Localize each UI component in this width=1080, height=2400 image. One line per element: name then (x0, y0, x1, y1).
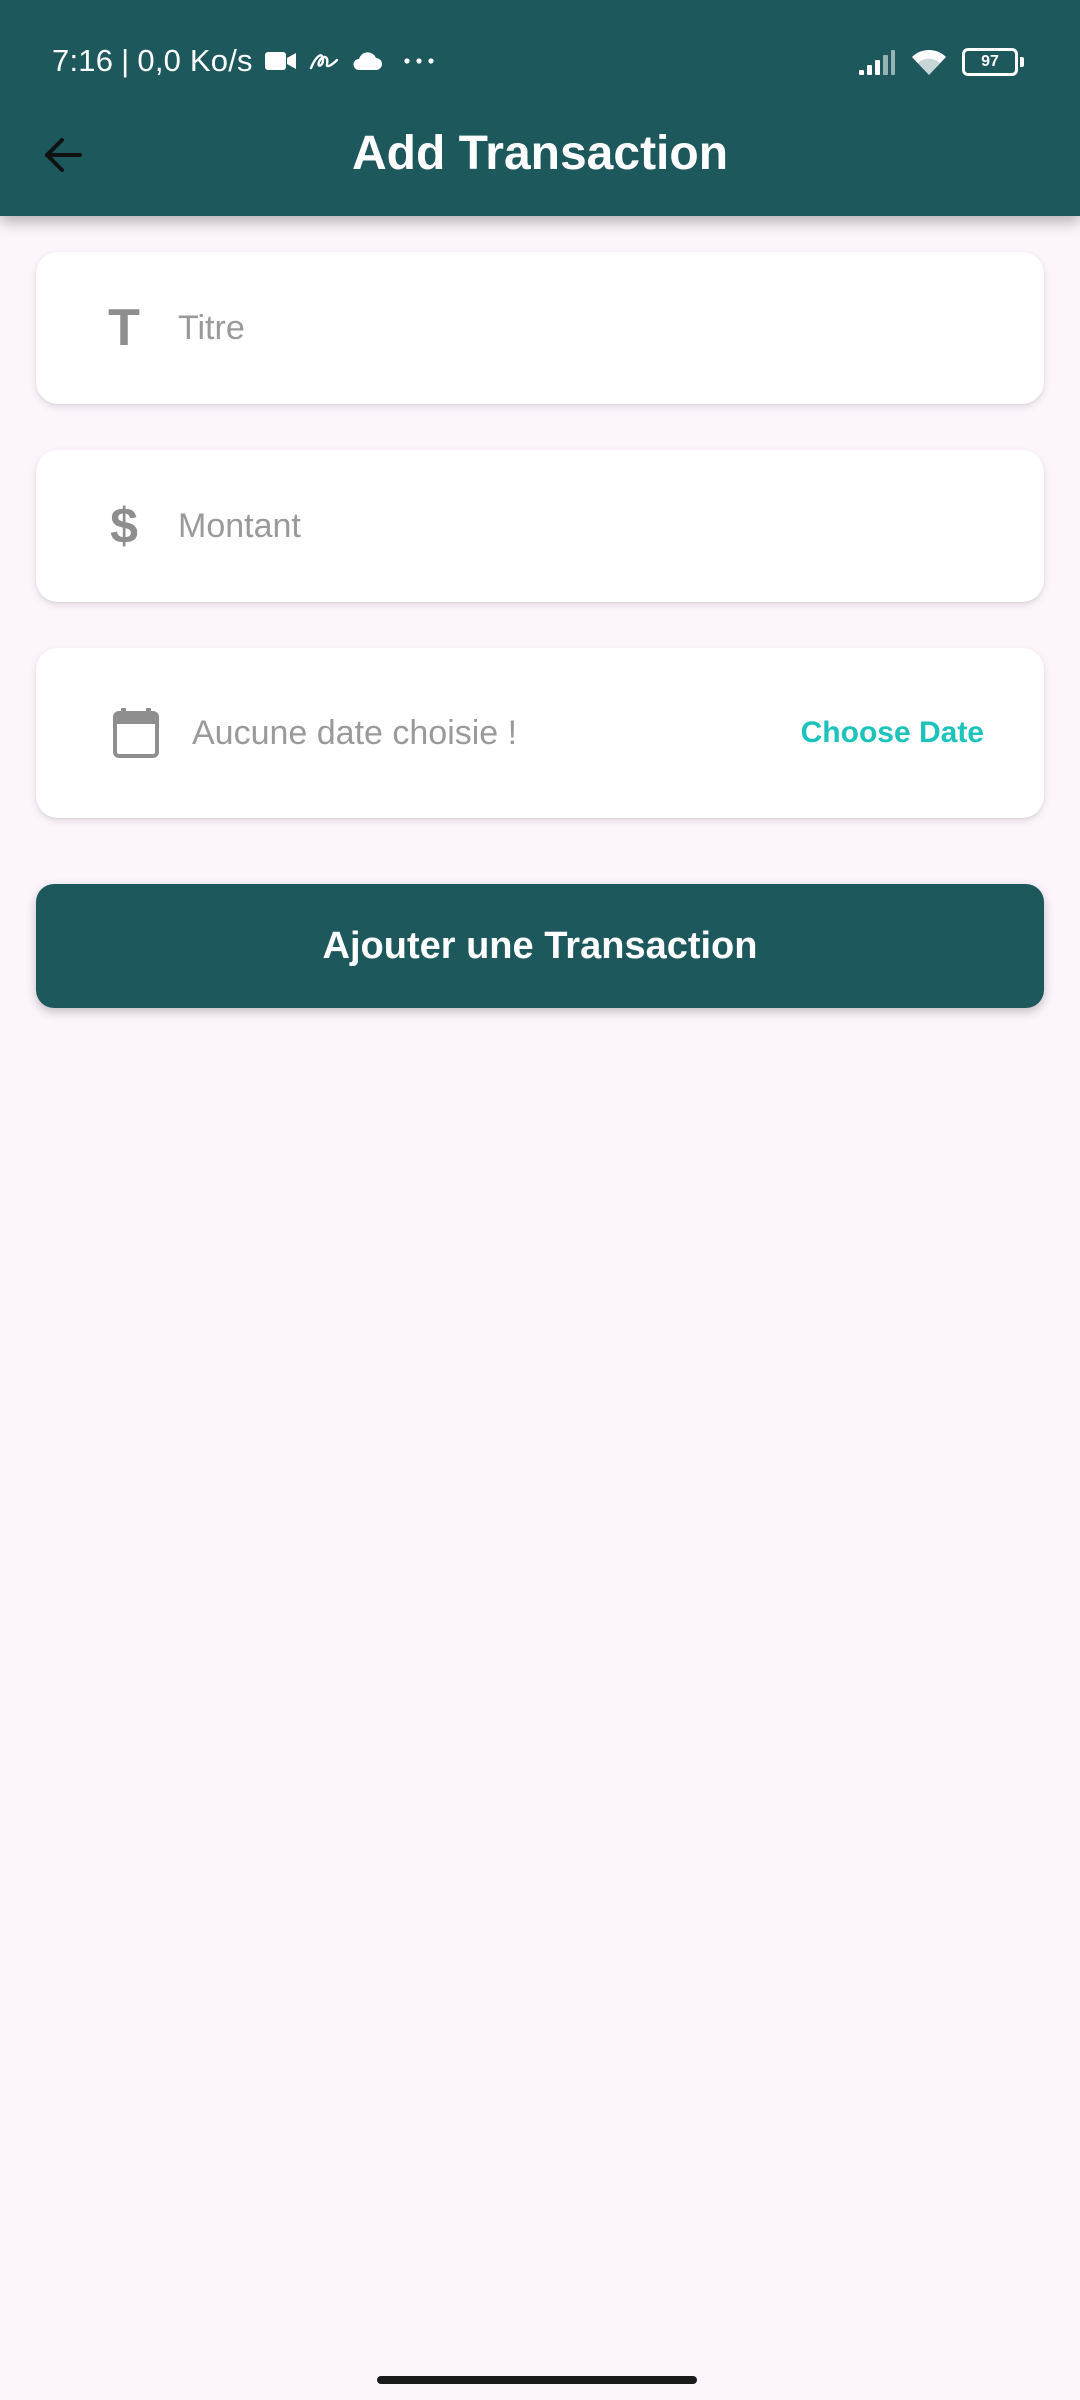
video-camera-icon (264, 50, 297, 72)
app-bar: 7:16 | 0,0 Ko/s 97 Add Transaction (0, 0, 1080, 216)
text-t-glyph: T (108, 299, 140, 357)
date-field-card: Aucune date choisie ! Choose Date (36, 648, 1044, 818)
page-title: Add Transaction (351, 127, 729, 180)
wifi-icon (910, 47, 948, 77)
cloud-icon (351, 50, 383, 72)
title-field-card[interactable]: T (36, 252, 1044, 404)
status-separator: | (121, 43, 130, 78)
add-transaction-button[interactable]: Ajouter une Transaction (36, 884, 1044, 1008)
dollar-icon: $ (94, 501, 154, 551)
signature-icon (309, 50, 339, 72)
title-input[interactable] (178, 298, 1004, 358)
status-bar: 7:16 | 0,0 Ko/s 97 (0, 0, 1080, 122)
date-placeholder-text: Aucune date choisie ! (192, 713, 518, 752)
amount-field-card[interactable]: $ (36, 450, 1044, 602)
text-t-icon: T (94, 302, 154, 354)
status-left: 7:16 | 0,0 Ko/s (52, 40, 435, 82)
cellular-signal-icon (858, 48, 896, 76)
choose-date-button[interactable]: Choose Date (801, 716, 984, 750)
home-indicator[interactable] (377, 2376, 697, 2384)
status-network-speed: 0,0 Ko/s (137, 43, 253, 78)
battery-level: 97 (962, 48, 1024, 76)
calendar-icon (106, 708, 166, 758)
status-right: 97 (844, 42, 1024, 82)
battery-icon: 97 (962, 48, 1024, 76)
status-time: 7:16 (52, 43, 114, 78)
dollar-glyph: $ (110, 498, 138, 554)
toolbar: Add Transaction (0, 110, 1080, 196)
amount-input[interactable] (178, 496, 1004, 556)
more-dots-icon (403, 56, 435, 66)
